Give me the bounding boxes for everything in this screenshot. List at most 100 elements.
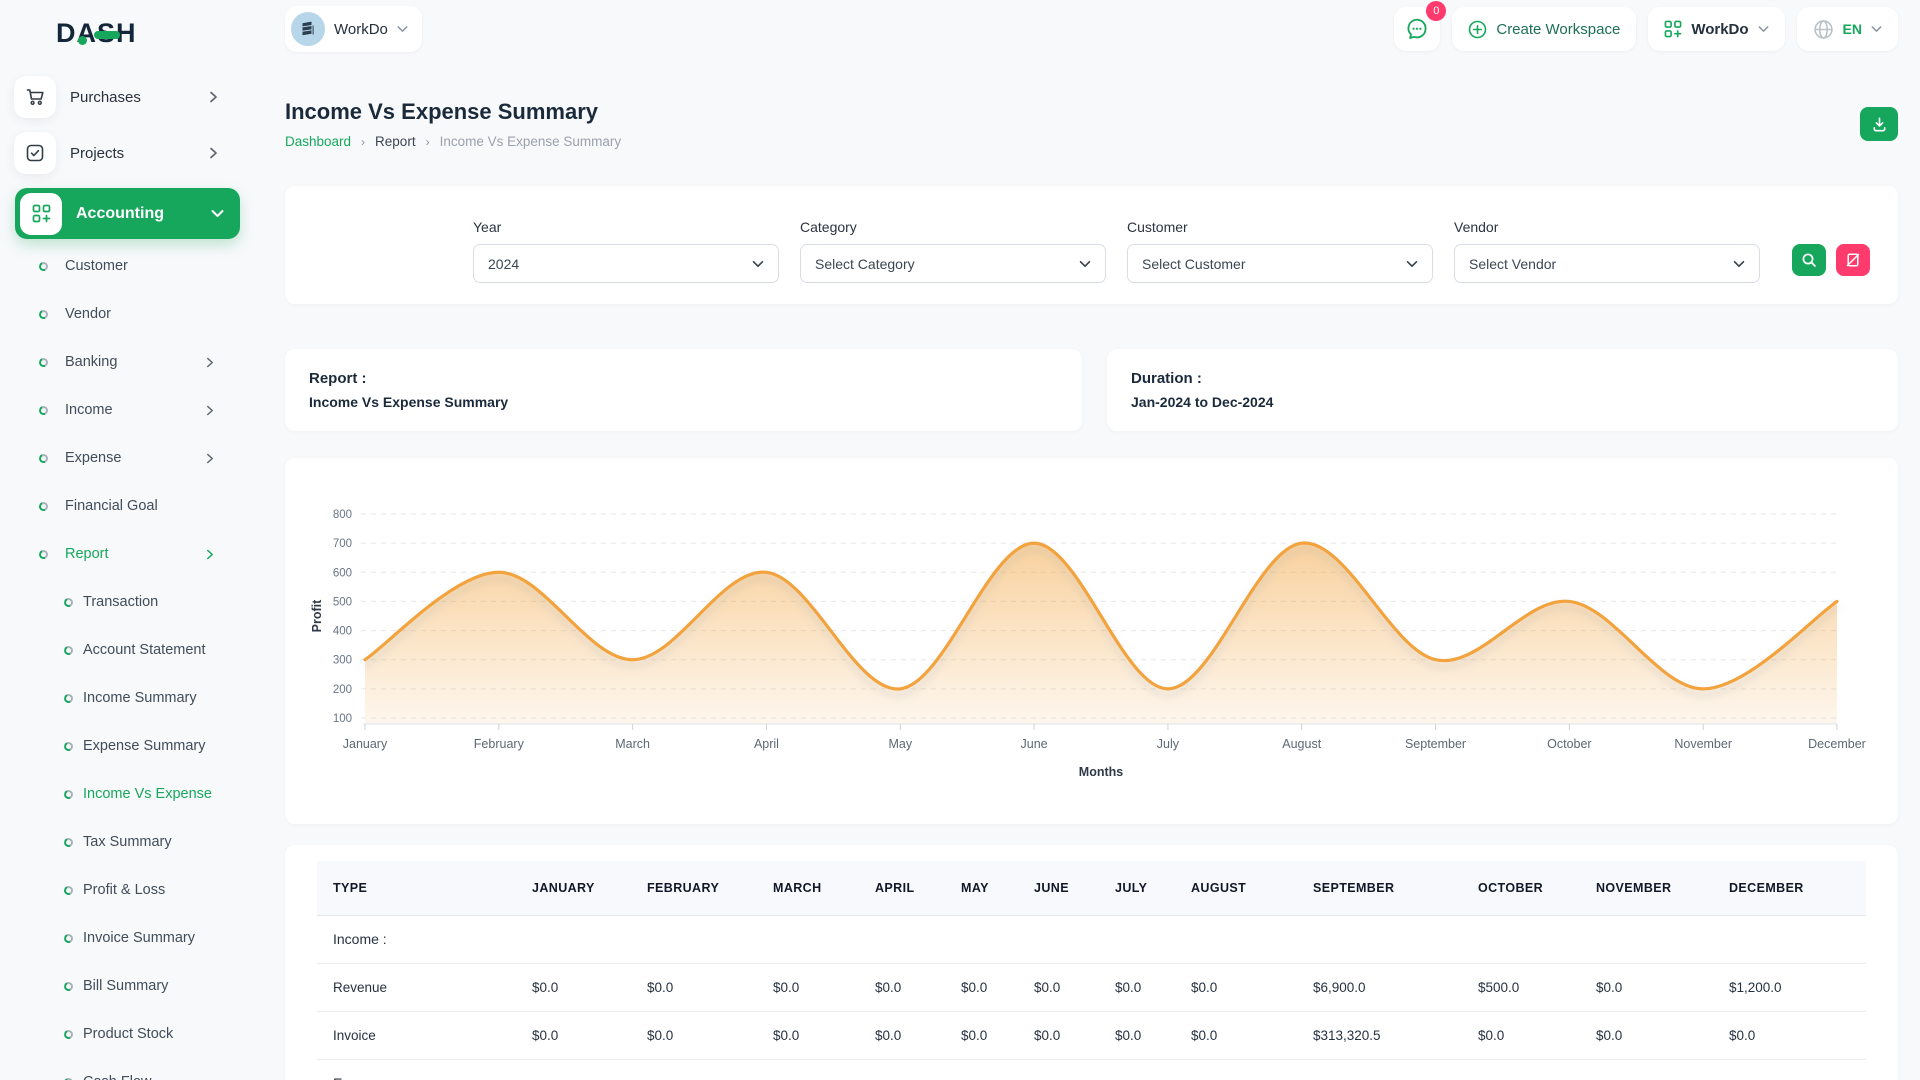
svg-text:Months: Months xyxy=(1079,765,1123,779)
customer-select[interactable]: Select Customer xyxy=(1127,244,1433,283)
logo-dash-icon xyxy=(94,31,120,39)
search-icon xyxy=(1801,252,1817,268)
table-row-revenue: Revenue $0.0 $0.0 $0.0 $0.0 $0.0 $0.0 $0… xyxy=(317,963,1866,1011)
cart-icon xyxy=(14,76,56,118)
chevron-right-icon xyxy=(206,453,214,464)
sidebar-item-cash-flow[interactable]: Cash Flow xyxy=(14,1058,242,1080)
bullet-icon xyxy=(38,404,50,416)
breadcrumb-current: Income Vs Expense Summary xyxy=(440,134,622,149)
svg-text:June: June xyxy=(1021,737,1048,751)
chevron-right-icon xyxy=(209,91,218,103)
reset-filter-button[interactable] xyxy=(1836,244,1870,276)
category-select[interactable]: Select Category xyxy=(800,244,1106,283)
app-menu-button[interactable]: WorkDo xyxy=(1648,7,1784,51)
apply-filter-button[interactable] xyxy=(1792,244,1826,276)
create-workspace-button[interactable]: Create Workspace xyxy=(1452,7,1636,51)
bullet-icon xyxy=(38,260,50,272)
svg-text:400: 400 xyxy=(333,626,352,638)
sidebar-item-invoice-summary[interactable]: Invoice Summary xyxy=(14,914,242,962)
sidebar-item-projects[interactable]: Projects xyxy=(14,132,242,174)
workspace-switcher[interactable]: WorkDo xyxy=(285,6,422,52)
sidebar-item-customer[interactable]: Customer xyxy=(14,242,242,290)
chevron-down-icon xyxy=(1758,25,1769,33)
bullet-icon xyxy=(63,692,75,704)
sidebar-item-report[interactable]: Report xyxy=(14,530,242,578)
sidebar-item-purchases[interactable]: Purchases xyxy=(14,76,242,118)
building-icon xyxy=(299,20,317,38)
report-summary-card: Report : Income Vs Expense Summary xyxy=(285,349,1082,431)
chevron-down-icon xyxy=(1079,260,1091,268)
profit-chart-card: 100200300400500600700800JanuaryFebruaryM… xyxy=(285,458,1898,824)
svg-text:November: November xyxy=(1674,737,1732,751)
chevron-right-icon xyxy=(206,357,214,368)
table-header-row: TYPE JANUARY FEBRUARY MARCH APRIL MAY JU… xyxy=(317,861,1866,915)
income-expense-table: TYPE JANUARY FEBRUARY MARCH APRIL MAY JU… xyxy=(317,861,1866,1080)
check-square-icon xyxy=(14,132,56,174)
messages-button[interactable]: 0 xyxy=(1394,7,1440,51)
sidebar-item-income[interactable]: Income xyxy=(14,386,242,434)
col-type: TYPE xyxy=(317,861,516,915)
sidebar-item-accounting[interactable]: Accounting xyxy=(15,188,240,239)
sidebar-item-profit-loss[interactable]: Profit & Loss xyxy=(14,866,242,914)
table-section-income: Income : xyxy=(317,915,1866,963)
svg-text:600: 600 xyxy=(333,567,352,579)
year-select[interactable]: 2024 xyxy=(473,244,779,283)
chevron-down-icon xyxy=(397,25,408,33)
main-content: WorkDo 0 Create Workspace WorkDo EN xyxy=(256,0,1920,1080)
sidebar-item-financial-goal[interactable]: Financial Goal xyxy=(14,482,242,530)
sidebar-item-bill-summary[interactable]: Bill Summary xyxy=(14,962,242,1010)
svg-text:200: 200 xyxy=(333,684,352,696)
sidebar-item-banking[interactable]: Banking xyxy=(14,338,242,386)
bullet-icon xyxy=(63,884,75,896)
bullet-icon xyxy=(63,980,75,992)
accounting-submenu: Customer Vendor Banking Income Expense F… xyxy=(14,242,242,1080)
dash-logo[interactable]: DASH xyxy=(14,16,242,50)
sidebar-item-transaction[interactable]: Transaction xyxy=(14,578,242,626)
svg-text:December: December xyxy=(1808,737,1866,751)
grid-plus-icon xyxy=(1664,20,1682,38)
bullet-icon xyxy=(63,740,75,752)
globe-icon xyxy=(1813,19,1834,40)
sidebar-item-expense-summary[interactable]: Expense Summary xyxy=(14,722,242,770)
bullet-icon xyxy=(63,644,75,656)
sidebar-item-tax-summary[interactable]: Tax Summary xyxy=(14,818,242,866)
category-label: Category xyxy=(800,219,1106,235)
category-filter: Category Select Category xyxy=(800,219,1106,304)
workspace-avatar xyxy=(291,12,325,46)
bullet-icon xyxy=(63,836,75,848)
bullet-icon xyxy=(63,596,75,608)
download-button[interactable] xyxy=(1860,107,1898,141)
sidebar-item-account-statement[interactable]: Account Statement xyxy=(14,626,242,674)
report-submenu: Transaction Account Statement Income Sum… xyxy=(14,578,242,1080)
chevron-down-icon xyxy=(752,260,764,268)
svg-text:March: March xyxy=(615,737,650,751)
breadcrumb-report[interactable]: Report xyxy=(375,134,416,149)
bullet-icon xyxy=(38,308,50,320)
chevron-right-icon: › xyxy=(361,135,365,149)
vendor-filter: Vendor Select Vendor xyxy=(1454,219,1760,304)
vendor-select[interactable]: Select Vendor xyxy=(1454,244,1760,283)
app-menu-label: WorkDo xyxy=(1691,21,1748,38)
sidebar-item-income-summary[interactable]: Income Summary xyxy=(14,674,242,722)
chat-icon xyxy=(1406,18,1428,40)
grid-plus-icon xyxy=(20,193,62,235)
workspace-name: WorkDo xyxy=(334,21,388,38)
sidebar-item-vendor[interactable]: Vendor xyxy=(14,290,242,338)
income-expense-table-card: TYPE JANUARY FEBRUARY MARCH APRIL MAY JU… xyxy=(285,845,1898,1080)
customer-label: Customer xyxy=(1127,219,1433,235)
svg-text:January: January xyxy=(343,737,388,751)
language-selector[interactable]: EN xyxy=(1797,7,1898,51)
chevron-down-icon xyxy=(1406,260,1418,268)
svg-text:500: 500 xyxy=(333,596,352,608)
sidebar: DASH Purchases Projects Accounting Custo… xyxy=(0,0,256,1080)
sidebar-item-expense[interactable]: Expense xyxy=(14,434,242,482)
breadcrumb-dashboard[interactable]: Dashboard xyxy=(285,134,351,149)
language-label: EN xyxy=(1843,21,1862,37)
bullet-icon xyxy=(63,1076,75,1080)
sidebar-item-income-vs-expense[interactable]: Income Vs Expense xyxy=(14,770,242,818)
svg-text:September: September xyxy=(1405,737,1466,751)
chevron-down-icon xyxy=(1871,25,1882,33)
sidebar-item-product-stock[interactable]: Product Stock xyxy=(14,1010,242,1058)
bullet-icon xyxy=(38,452,50,464)
year-label: Year xyxy=(473,219,779,235)
